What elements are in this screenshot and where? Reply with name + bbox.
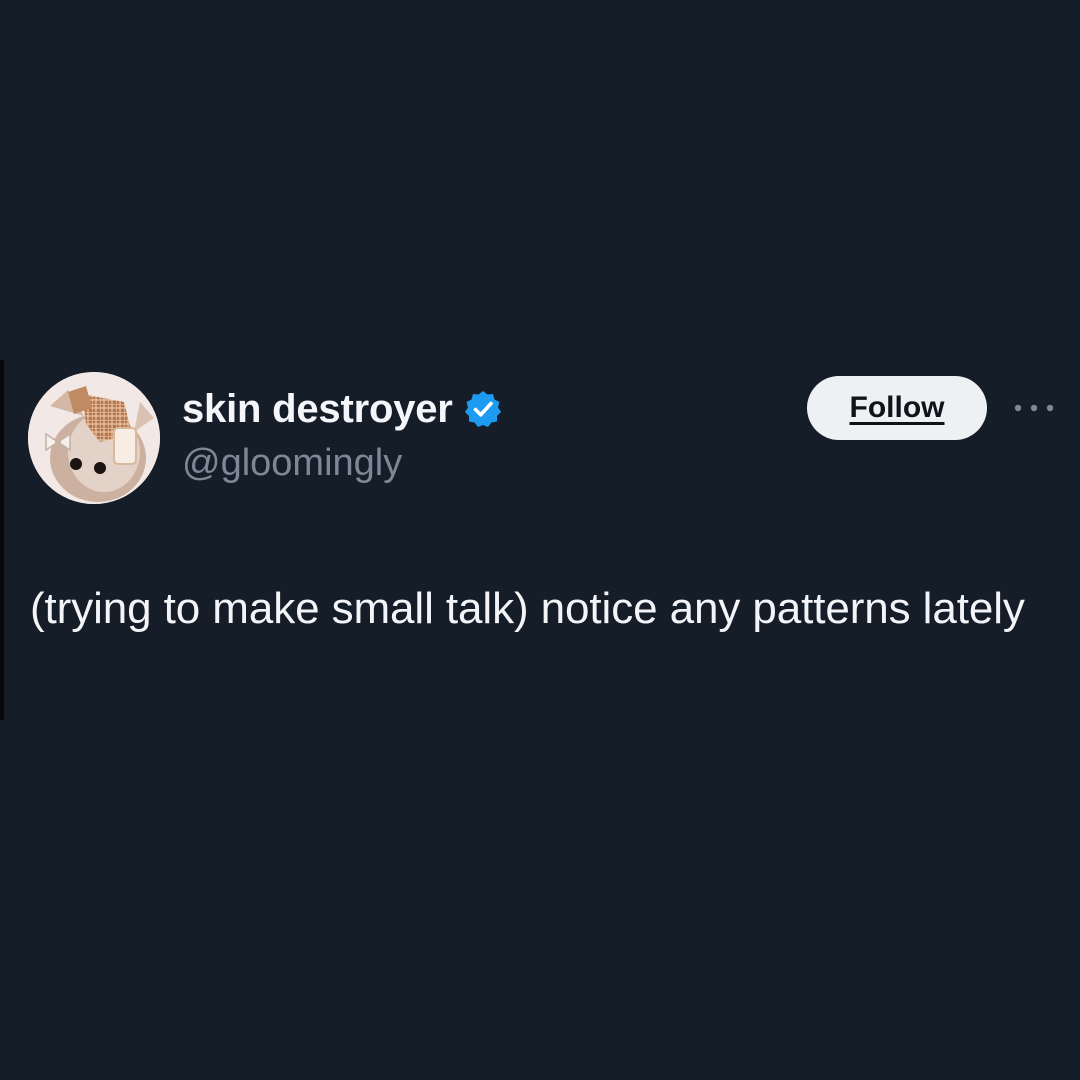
name-row: skin destroyer (182, 383, 742, 435)
follow-button[interactable]: Follow (807, 376, 987, 440)
tweet-text: (trying to make small talk) notice any p… (30, 584, 1025, 633)
display-name[interactable]: skin destroyer (182, 383, 453, 435)
verified-badge-icon (464, 391, 501, 427)
user-info: skin destroyer @gloomingly (182, 383, 742, 487)
tweet-card: skin destroyer @gloomingly Follow (tryin… (0, 0, 1080, 1080)
avatar-icon (28, 372, 160, 504)
avatar[interactable] (28, 372, 160, 504)
user-handle[interactable]: @gloomingly (182, 439, 742, 487)
more-horizontal-icon[interactable] (1012, 398, 1056, 418)
screen: skin destroyer @gloomingly Follow (tryin… (0, 0, 1080, 1080)
